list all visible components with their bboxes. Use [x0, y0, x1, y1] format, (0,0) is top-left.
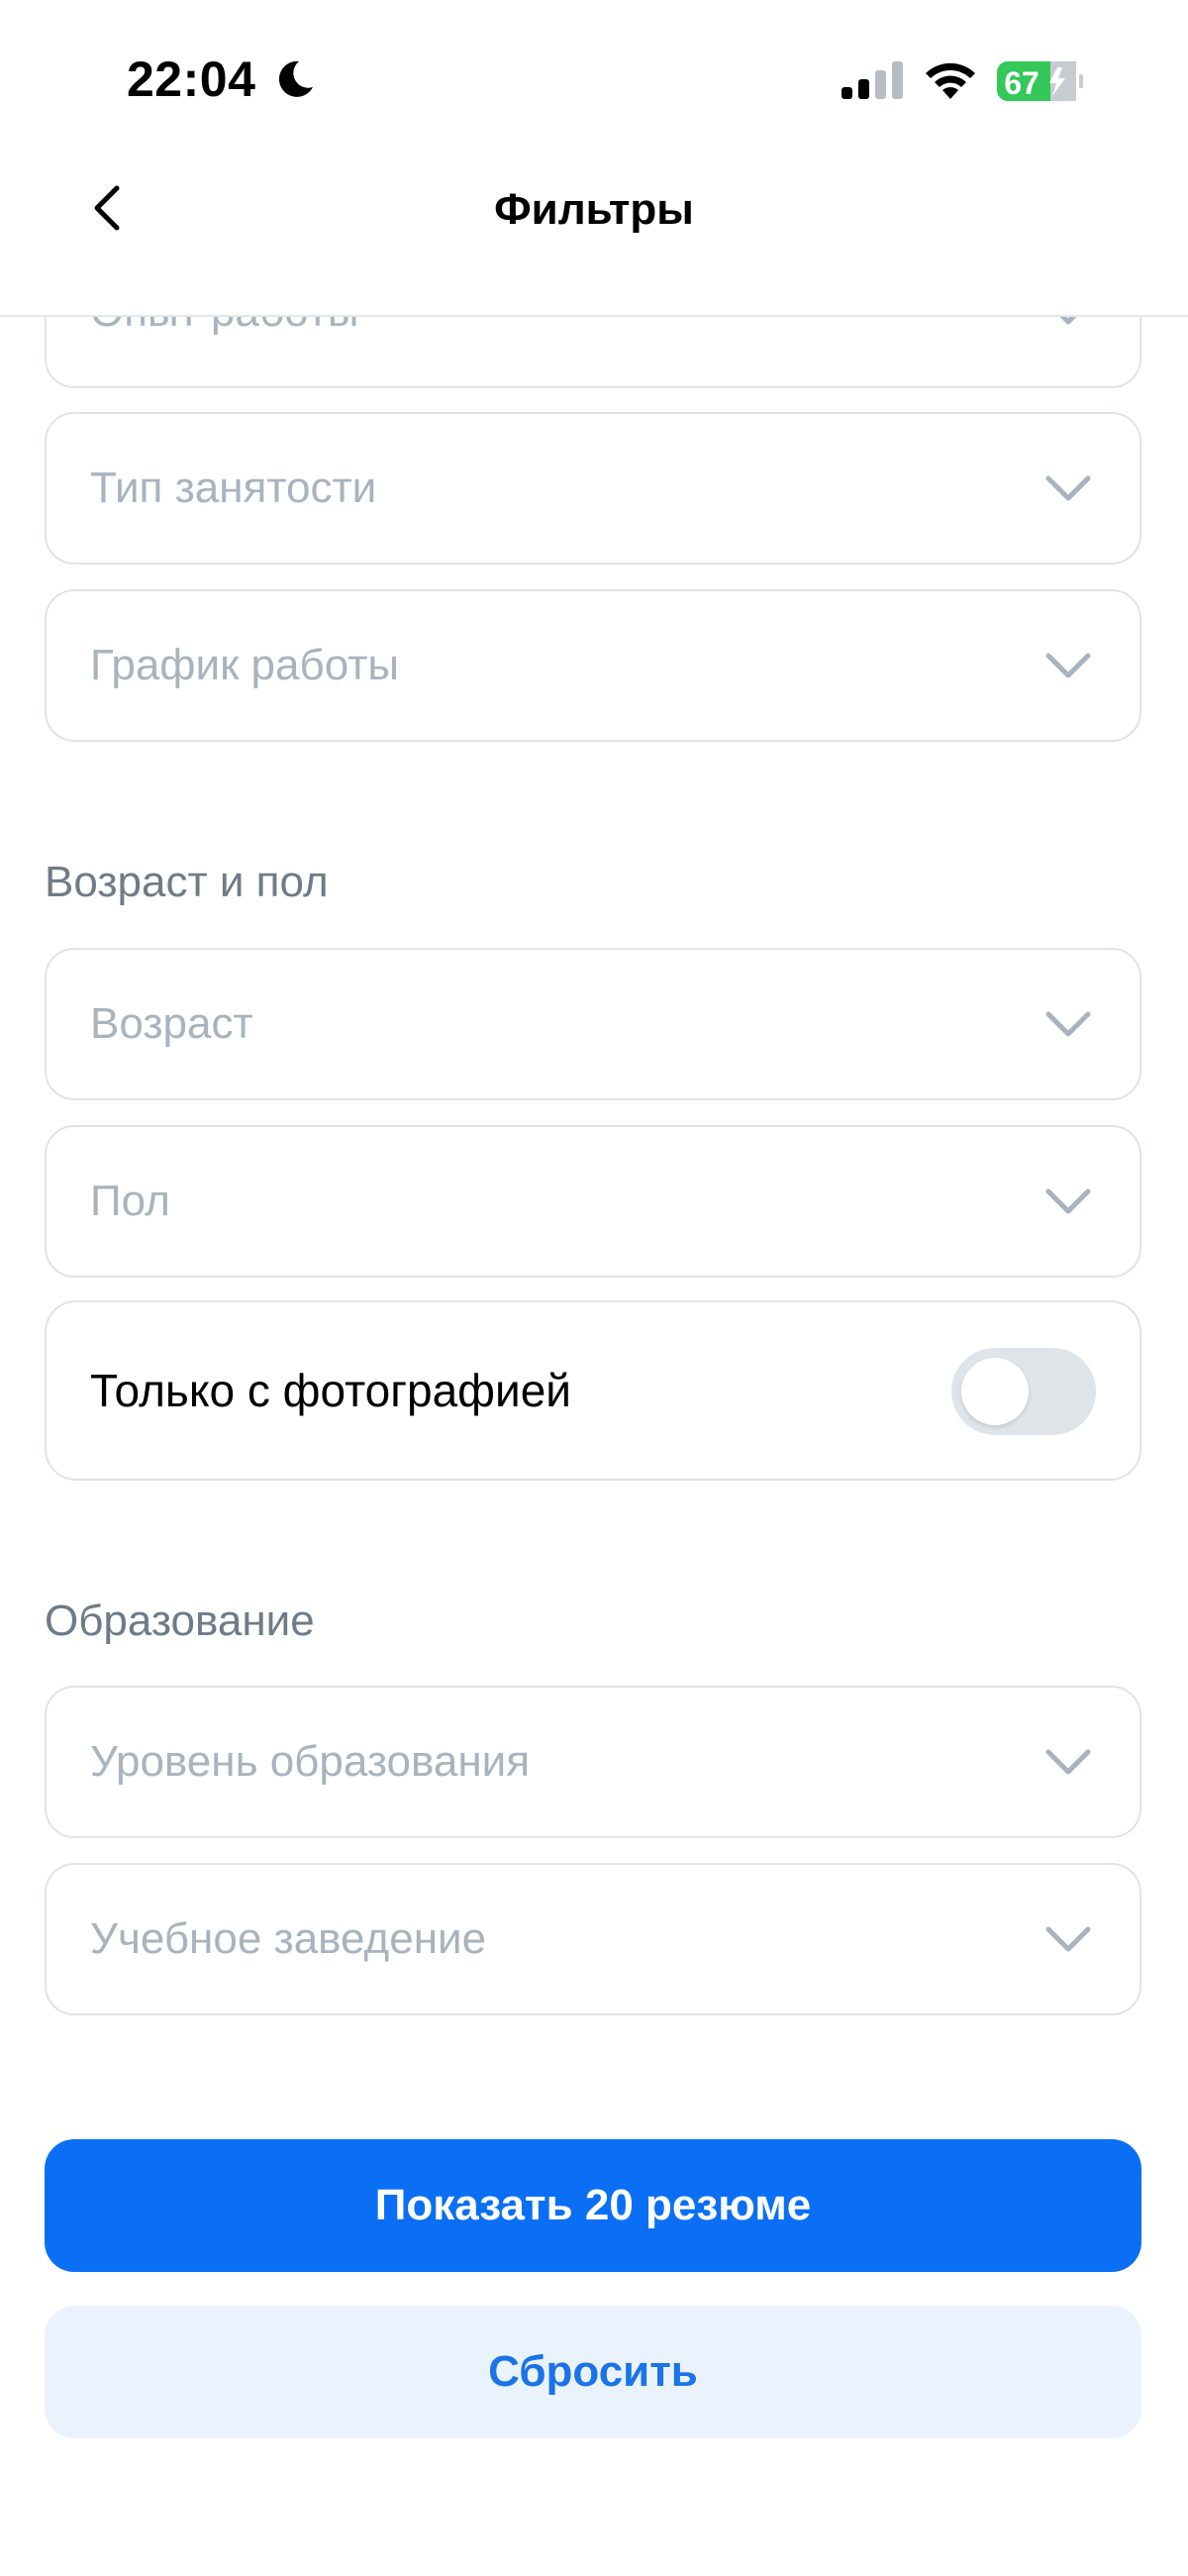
- signal-icon: [842, 61, 903, 99]
- nav-bar: Фильтры: [0, 149, 1188, 317]
- filters-content[interactable]: Опыт работы Тип занятости График работы …: [0, 0, 1188, 2576]
- gender-placeholder: Пол: [90, 1177, 170, 1225]
- show-resumes-button[interactable]: Показать 20 резюме: [45, 2139, 1141, 2272]
- battery-level: 67: [1004, 65, 1040, 101]
- age-select[interactable]: Возраст: [45, 948, 1141, 1100]
- section-title-education: Образование: [45, 1597, 315, 1645]
- reset-button[interactable]: Сбросить: [45, 2306, 1141, 2438]
- education-level-placeholder: Уровень образования: [90, 1737, 531, 1786]
- photo-only-toggle[interactable]: [951, 1348, 1096, 1435]
- institution-select[interactable]: Учебное заведение: [45, 1863, 1141, 2015]
- education-level-select[interactable]: Уровень образования: [45, 1686, 1141, 1838]
- chevron-down-icon: [1045, 1749, 1091, 1775]
- chevron-down-icon: [1045, 1188, 1091, 1214]
- chevron-down-icon: [1045, 653, 1091, 678]
- employment-type-placeholder: Тип занятости: [90, 464, 377, 512]
- moon-icon: [278, 60, 313, 97]
- status-time: 22:04: [127, 52, 256, 107]
- age-placeholder: Возраст: [90, 999, 253, 1048]
- wifi-icon: [926, 62, 975, 99]
- chevron-down-icon: [1045, 1926, 1091, 1952]
- schedule-select[interactable]: График работы: [45, 589, 1141, 742]
- chevron-down-icon: [1045, 1011, 1091, 1037]
- photo-only-label: Только с фотографией: [90, 1365, 571, 1416]
- battery-icon: 67: [997, 61, 1083, 101]
- schedule-placeholder: График работы: [90, 641, 399, 689]
- chevron-down-icon: [1045, 475, 1091, 501]
- status-bar: 22:04 67: [0, 0, 1188, 149]
- section-title-age-gender: Возраст и пол: [45, 858, 329, 906]
- institution-placeholder: Учебное заведение: [90, 1914, 487, 1963]
- toggle-knob: [961, 1358, 1029, 1425]
- photo-only-row: Только с фотографией: [45, 1300, 1141, 1481]
- employment-type-select[interactable]: Тип занятости: [45, 412, 1141, 565]
- gender-select[interactable]: Пол: [45, 1125, 1141, 1278]
- page-title: Фильтры: [494, 185, 694, 234]
